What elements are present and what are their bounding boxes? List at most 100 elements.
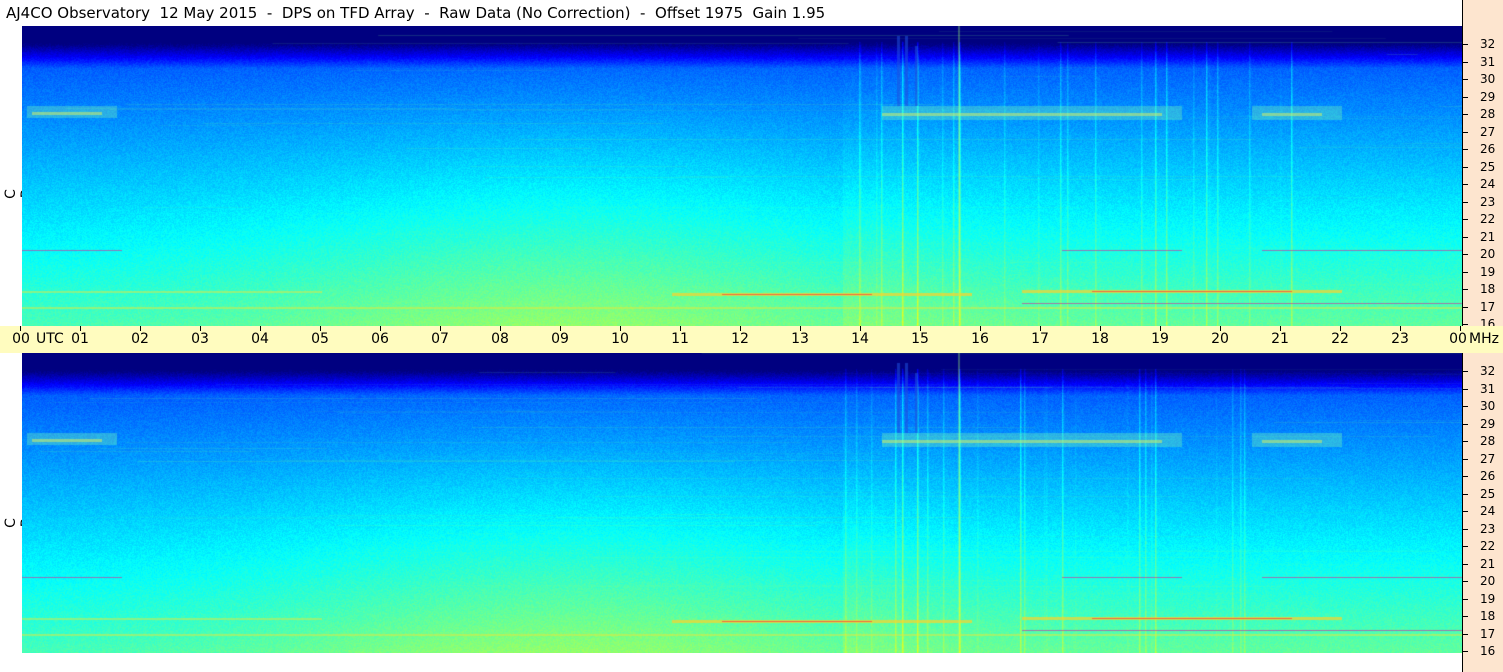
time-tick-label: 16 bbox=[971, 331, 989, 347]
frequency-tick bbox=[1462, 581, 1468, 582]
frequency-tick bbox=[1462, 599, 1468, 600]
frequency-tick-label: 27 bbox=[1480, 125, 1496, 139]
frequency-tick-label: 16 bbox=[1480, 644, 1496, 658]
frequency-tick bbox=[1462, 254, 1468, 255]
frequency-tick-label: 20 bbox=[1480, 574, 1496, 588]
time-tick-label: 04 bbox=[251, 331, 269, 347]
frequency-tick-label: 27 bbox=[1480, 452, 1496, 466]
frequency-tick bbox=[1462, 406, 1468, 407]
frequency-tick-label: 32 bbox=[1480, 364, 1496, 378]
frequency-tick-label: 23 bbox=[1480, 195, 1496, 209]
time-tick-label: 13 bbox=[791, 331, 809, 347]
frequency-tick bbox=[1462, 634, 1468, 635]
frequency-tick-label: 31 bbox=[1480, 382, 1496, 396]
time-tick-label: 01 bbox=[71, 331, 89, 347]
time-tick-label: 18 bbox=[1091, 331, 1109, 347]
frequency-tick bbox=[1462, 62, 1468, 63]
frequency-tick bbox=[1462, 272, 1468, 273]
frequency-tick-label: 24 bbox=[1480, 177, 1496, 191]
frequency-tick-label: 25 bbox=[1480, 487, 1496, 501]
time-tick-label: 07 bbox=[431, 331, 449, 347]
time-tick-label: 21 bbox=[1271, 331, 1289, 347]
time-tick-label: 17 bbox=[1031, 331, 1049, 347]
time-tick-label: 00 bbox=[12, 331, 30, 347]
frequency-tick-label: 30 bbox=[1480, 72, 1496, 86]
frequency-tick bbox=[1462, 651, 1468, 652]
frequency-tick-label: 18 bbox=[1480, 609, 1496, 623]
frequency-tick-label: 30 bbox=[1480, 399, 1496, 413]
frequency-tick bbox=[1462, 289, 1468, 290]
rcp-label: R C P bbox=[0, 26, 35, 326]
frequency-tick bbox=[1462, 389, 1468, 390]
time-tick-label: 03 bbox=[191, 331, 209, 347]
time-tick-label: 09 bbox=[551, 331, 569, 347]
frequency-tick bbox=[1462, 564, 1468, 565]
frequency-tick bbox=[1462, 44, 1468, 45]
frequency-tick-label: 26 bbox=[1480, 469, 1496, 483]
frequency-tick bbox=[1462, 529, 1468, 530]
lcp-label: L C P bbox=[0, 353, 35, 653]
time-tick-label: 05 bbox=[311, 331, 329, 347]
frequency-tick bbox=[1462, 132, 1468, 133]
time-tick-label: 12 bbox=[731, 331, 749, 347]
frequency-tick bbox=[1462, 424, 1468, 425]
frequency-tick bbox=[1462, 494, 1468, 495]
frequency-tick bbox=[1462, 476, 1468, 477]
time-tick-label: 15 bbox=[911, 331, 929, 347]
frequency-tick-label: 32 bbox=[1480, 37, 1496, 51]
time-tick-label: 23 bbox=[1391, 331, 1409, 347]
time-tick-label: 02 bbox=[131, 331, 149, 347]
frequency-tick-label: 31 bbox=[1480, 55, 1496, 69]
frequency-tick-label: 19 bbox=[1480, 265, 1496, 279]
frequency-tick-label: 19 bbox=[1480, 592, 1496, 606]
lcp-spectrogram[interactable] bbox=[22, 353, 1462, 653]
frequency-tick bbox=[1462, 97, 1468, 98]
frequency-tick-label: 29 bbox=[1480, 90, 1496, 104]
time-tick-label: 11 bbox=[671, 331, 689, 347]
time-tick-label: 20 bbox=[1211, 331, 1229, 347]
frequency-tick bbox=[1462, 167, 1468, 168]
time-tick-label: 00 bbox=[1449, 331, 1467, 347]
frequency-tick-label: 20 bbox=[1480, 247, 1496, 261]
scale-axis-line bbox=[1462, 0, 1463, 327]
frequency-tick-label: 28 bbox=[1480, 107, 1496, 121]
page-title: AJ4CO Observatory 12 May 2015 - DPS on T… bbox=[6, 4, 826, 22]
frequency-tick bbox=[1462, 546, 1468, 547]
time-axis: 00 01 02 03 04 05 06 07 08 09 10 11 12 13 14 15 16 17 18 19… bbox=[0, 326, 1503, 353]
lcp-spectrogram-canvas bbox=[22, 353, 1462, 653]
frequency-tick bbox=[1462, 371, 1468, 372]
time-tick-label: 14 bbox=[851, 331, 869, 347]
frequency-tick-label: 21 bbox=[1480, 230, 1496, 244]
utc-label: UTC bbox=[36, 331, 64, 347]
frequency-tick bbox=[1462, 459, 1468, 460]
frequency-tick-label: 17 bbox=[1480, 300, 1496, 314]
mhz-label: MHz bbox=[1469, 331, 1499, 347]
lcp-frequency-scale: 32 31 30 29 28 27 26 25 24 23 22 21 20 19 18 17 16 bbox=[1462, 346, 1503, 672]
frequency-tick bbox=[1462, 219, 1468, 220]
time-tick-label: 08 bbox=[491, 331, 509, 347]
time-tick-label: 19 bbox=[1151, 331, 1169, 347]
frequency-tick-label: 25 bbox=[1480, 160, 1496, 174]
frequency-tick bbox=[1462, 79, 1468, 80]
frequency-tick bbox=[1462, 511, 1468, 512]
frequency-tick bbox=[1462, 616, 1468, 617]
frequency-tick-label: 28 bbox=[1480, 434, 1496, 448]
frequency-tick bbox=[1462, 184, 1468, 185]
frequency-tick bbox=[1462, 441, 1468, 442]
frequency-tick bbox=[1462, 307, 1468, 308]
frequency-tick-label: 21 bbox=[1480, 557, 1496, 571]
frequency-tick-label: 22 bbox=[1480, 539, 1496, 553]
time-tick-label: 06 bbox=[371, 331, 389, 347]
frequency-tick bbox=[1462, 202, 1468, 203]
frequency-tick bbox=[1462, 149, 1468, 150]
frequency-tick-label: 23 bbox=[1480, 522, 1496, 536]
time-tick-label: 10 bbox=[611, 331, 629, 347]
frequency-tick-label: 26 bbox=[1480, 142, 1496, 156]
frequency-tick-label: 29 bbox=[1480, 417, 1496, 431]
rcp-spectrogram[interactable] bbox=[22, 26, 1462, 326]
rcp-frequency-scale: 32 31 30 29 28 27 26 25 24 23 22 21 20 19 18 17 16 bbox=[1462, 0, 1503, 330]
frequency-tick-label: 24 bbox=[1480, 504, 1496, 518]
frequency-tick bbox=[1462, 237, 1468, 238]
time-tick-label: 22 bbox=[1331, 331, 1349, 347]
frequency-tick bbox=[1462, 114, 1468, 115]
